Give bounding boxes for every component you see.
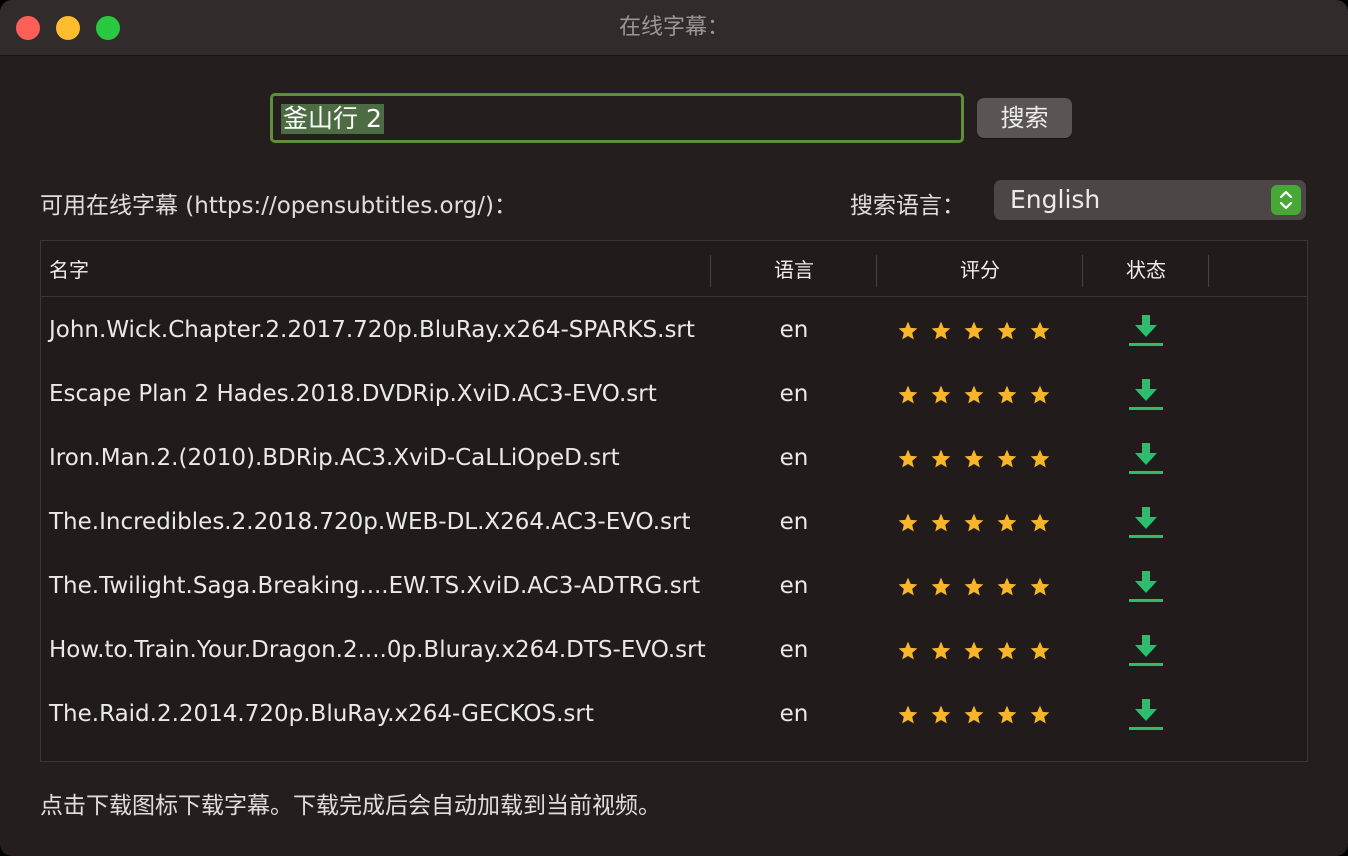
star-icon — [996, 640, 1029, 666]
star-icon — [897, 704, 930, 730]
star-icon — [930, 320, 963, 346]
subtitle-language: en — [779, 509, 809, 535]
subtitle-name: John.Wick.Chapter.2.2017.720p.BluRay.x26… — [49, 317, 695, 343]
star-icon — [930, 448, 963, 474]
star-icon — [897, 384, 930, 410]
star-icon — [996, 512, 1029, 538]
subtitle-name: Escape Plan 2 Hades.2018.DVDRip.XviD.AC3… — [49, 381, 657, 407]
star-icon — [963, 448, 996, 474]
star-icon — [996, 320, 1029, 346]
subtitle-language: en — [779, 573, 809, 599]
column-header-name[interactable]: 名字 — [49, 241, 89, 297]
star-icon — [963, 320, 996, 346]
star-icon — [897, 640, 930, 666]
star-icon — [897, 512, 930, 538]
star-icon — [1029, 704, 1062, 730]
title-bar: 在线字幕： — [0, 0, 1348, 56]
star-icon — [930, 384, 963, 410]
star-icon — [1029, 384, 1062, 410]
star-icon — [996, 704, 1029, 730]
subtitle-name: The.Raid.2.2014.720p.BluRay.x264-GECKOS.… — [49, 701, 594, 727]
star-icon — [1029, 320, 1062, 346]
star-icon — [1029, 640, 1062, 666]
rating-stars — [897, 320, 1062, 342]
star-icon — [930, 704, 963, 730]
table-row[interactable]: Iron.Man.2.(2010).BDRip.AC3.XviD-CaLLiOp… — [41, 426, 1307, 490]
search-input[interactable]: 釜山行 2 — [270, 93, 964, 143]
download-icon[interactable] — [1127, 314, 1165, 348]
subtitle-name: Iron.Man.2.(2010).BDRip.AC3.XviD-CaLLiOp… — [49, 445, 620, 471]
star-icon — [897, 448, 930, 474]
search-language-label: 搜索语言： — [850, 193, 965, 219]
subtitle-language: en — [779, 637, 809, 663]
download-icon[interactable] — [1127, 442, 1165, 476]
rating-stars — [897, 512, 1062, 534]
stepper-chevrons-icon — [1271, 185, 1301, 215]
download-icon[interactable] — [1127, 378, 1165, 412]
rating-stars — [897, 704, 1062, 726]
table-row[interactable]: The.Incredibles.2.2018.720p.WEB-DL.X264.… — [41, 490, 1307, 554]
table-row[interactable]: John.Wick.Chapter.2.2017.720p.BluRay.x26… — [41, 298, 1307, 362]
column-header-language[interactable]: 语言 — [711, 241, 877, 297]
star-icon — [1029, 448, 1062, 474]
star-icon — [930, 512, 963, 538]
star-icon — [996, 576, 1029, 602]
subtitle-name: How.to.Train.Your.Dragon.2....0p.Bluray.… — [49, 637, 706, 663]
subtitle-name: The.Twilight.Saga.Breaking....EW.TS.XviD… — [49, 573, 701, 599]
download-icon[interactable] — [1127, 506, 1165, 540]
column-divider[interactable] — [1208, 255, 1209, 287]
star-icon — [930, 576, 963, 602]
rating-stars — [897, 640, 1062, 662]
window-title: 在线字幕： — [618, 15, 729, 40]
language-select[interactable]: English — [994, 180, 1306, 220]
star-icon — [963, 640, 996, 666]
subtitle-window: 在线字幕： 釜山行 2 搜索 可用在线字幕 (https://opensubti… — [0, 0, 1348, 856]
table-row[interactable]: The.Raid.2.2014.720p.BluRay.x264-GECKOS.… — [41, 682, 1307, 746]
table-row[interactable]: Escape Plan 2 Hades.2018.DVDRip.XviD.AC3… — [41, 362, 1307, 426]
star-icon — [963, 512, 996, 538]
download-hint: 点击下载图标下载字幕。下载完成后会自动加载到当前视频。 — [40, 793, 661, 819]
subtitle-language: en — [779, 317, 809, 343]
column-header-status[interactable]: 状态 — [1083, 241, 1209, 297]
subtitle-language: en — [779, 445, 809, 471]
star-icon — [1029, 576, 1062, 602]
rating-stars — [897, 576, 1062, 598]
table-row[interactable]: How.to.Train.Your.Dragon.2....0p.Bluray.… — [41, 618, 1307, 682]
star-icon — [930, 640, 963, 666]
star-icon — [963, 704, 996, 730]
star-icon — [996, 448, 1029, 474]
star-icon — [897, 320, 930, 346]
star-icon — [897, 576, 930, 602]
language-select-value: English — [1010, 185, 1101, 214]
subtitle-name: The.Incredibles.2.2018.720p.WEB-DL.X264.… — [49, 509, 691, 535]
download-icon[interactable] — [1127, 570, 1165, 604]
available-subtitles-label: 可用在线字幕 (https://opensubtitles.org/)： — [40, 193, 517, 219]
search-query-text: 釜山行 2 — [281, 104, 384, 134]
star-icon — [996, 384, 1029, 410]
subtitles-table: 名字 语言 评分 状态 John.Wick.Chapter.2.2017.720… — [40, 240, 1308, 762]
rating-stars — [897, 448, 1062, 470]
rating-stars — [897, 384, 1062, 406]
subtitle-language: en — [779, 381, 809, 407]
star-icon — [963, 384, 996, 410]
star-icon — [963, 576, 996, 602]
download-icon[interactable] — [1127, 698, 1165, 732]
search-button[interactable]: 搜索 — [977, 98, 1072, 138]
table-header: 名字 语言 评分 状态 — [41, 241, 1307, 297]
star-icon — [1029, 512, 1062, 538]
table-row[interactable]: The.Twilight.Saga.Breaking....EW.TS.XviD… — [41, 554, 1307, 618]
subtitle-language: en — [779, 701, 809, 727]
column-header-rating[interactable]: 评分 — [877, 241, 1083, 297]
download-icon[interactable] — [1127, 634, 1165, 668]
